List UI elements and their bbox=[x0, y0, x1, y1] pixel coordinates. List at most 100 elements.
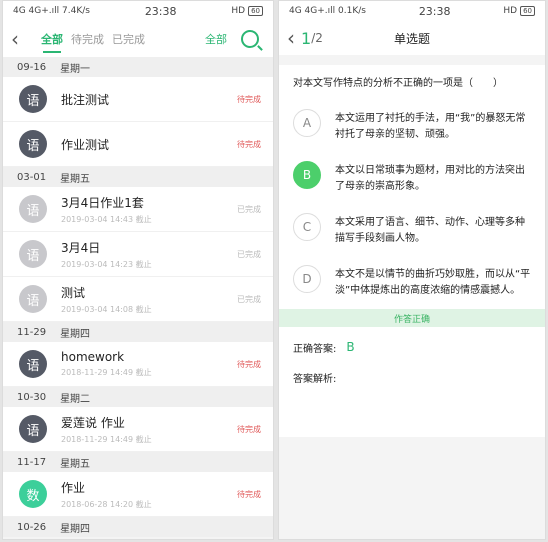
homework-status: 已完成 bbox=[237, 249, 261, 259]
tab-all[interactable]: 全部 bbox=[41, 31, 63, 53]
homework-title: 作业测试 bbox=[61, 137, 110, 152]
clock: 23:38 bbox=[144, 4, 177, 18]
homework-status: 待完成 bbox=[237, 489, 261, 499]
homework-status: 已完成 bbox=[237, 294, 261, 304]
homework-info: 3月4日作业1套 2019-03-04 14:43 截止 bbox=[61, 194, 237, 225]
subject-avatar: 语 bbox=[19, 240, 47, 268]
answer-option[interactable]: D 本文不是以情节的曲折巧妙取胜，而以从“平淡”中体提炼出的高度浓缩的情感震撼人。 bbox=[279, 257, 545, 309]
homework-deadline: 2018-06-28 14:20 截止 bbox=[61, 499, 152, 509]
result-banner: 作答正确 bbox=[279, 309, 545, 327]
status-bar: 4G 4G+.ıll 0.1K/s 23:38 HD 60 bbox=[279, 1, 545, 21]
options-list: A 本文运用了衬托的手法，用“我”的暴怒无常衬托了母亲的坚韧、顽强。 B 本文以日常琐… bbox=[279, 101, 545, 309]
homework-title: 爱莲说 作业 bbox=[61, 415, 125, 430]
subject-filter[interactable]: 全部 bbox=[205, 31, 227, 47]
homework-status: 待完成 bbox=[237, 424, 261, 434]
option-letter[interactable]: C bbox=[293, 213, 321, 241]
status-bar: 4G 4G+.ıll 7.4K/s 23:38 HD 60 bbox=[3, 1, 273, 21]
option-text: 本文运用了衬托的手法，用“我”的暴怒无常衬托了母亲的坚韧、顽强。 bbox=[335, 113, 526, 140]
clock: 23:38 bbox=[418, 4, 451, 18]
option-letter[interactable]: D bbox=[293, 265, 321, 293]
list-header: ‹ 全部 待完成 已完成 全部 bbox=[3, 21, 273, 57]
network-indicator: 4G 4G+.ıll 0.1K/s bbox=[289, 6, 366, 16]
group-date: 11-29 bbox=[17, 326, 47, 338]
question-screen: 4G 4G+.ıll 0.1K/s 23:38 HD 60 ‹ 1 /2 单选题 … bbox=[278, 0, 546, 540]
homework-title: homework bbox=[61, 350, 125, 364]
date-group-header: 11-17 星期五 bbox=[3, 452, 273, 472]
homework-deadline: 2019-03-04 14:43 截止 bbox=[61, 214, 152, 224]
option-text: 本文以日常琐事为题材，用对比的方法突出了母亲的崇高形象。 bbox=[335, 165, 525, 192]
battery-icon: 60 bbox=[248, 6, 263, 16]
homework-item[interactable]: 语批注测试 待完成 bbox=[3, 77, 273, 122]
homework-deadline: 2019-03-04 14:23 截止 bbox=[61, 259, 152, 269]
network-indicator: 4G 4G+.ıll 7.4K/s bbox=[13, 6, 90, 16]
homework-title: 测试 bbox=[61, 285, 86, 300]
subject-avatar: 语 bbox=[19, 195, 47, 223]
date-group-header: 11-29 星期四 bbox=[3, 322, 273, 342]
correct-answer-row: 正确答案: B bbox=[293, 335, 531, 359]
option-letter[interactable]: B bbox=[293, 161, 321, 189]
group-weekday: 星期五 bbox=[60, 173, 91, 185]
subject-avatar: 语 bbox=[19, 85, 47, 113]
homework-deadline: 2019-03-04 14:08 截止 bbox=[61, 304, 152, 314]
homework-item[interactable]: 语测试 2019-03-04 14:08 截止 已完成 bbox=[3, 277, 273, 322]
homework-item[interactable]: 语 3月4日 2019-03-04 14:23 截止 已完成 bbox=[3, 232, 273, 277]
homework-status: 已完成 bbox=[237, 204, 261, 214]
homework-info: 作业测试 bbox=[61, 136, 237, 153]
homework-deadline: 2018-11-29 14:49 截止 bbox=[61, 434, 152, 444]
homework-item[interactable]: 语 3月4日作业1套 2019-03-04 14:43 截止 已完成 bbox=[3, 187, 273, 232]
tab-completed[interactable]: 已完成 bbox=[112, 31, 145, 47]
back-arrow-icon[interactable]: ‹ bbox=[287, 26, 295, 50]
homework-info: 3月4日 2019-03-04 14:23 截止 bbox=[61, 239, 237, 270]
homework-info: 爱莲说 作业 2018-11-29 14:49 截止 bbox=[61, 414, 237, 445]
answer-panel: 正确答案: B 答案解析: bbox=[279, 327, 545, 437]
homework-title: 作业 bbox=[61, 480, 86, 495]
homework-status: 待完成 bbox=[237, 359, 261, 369]
subject-avatar: 数 bbox=[19, 480, 47, 508]
search-icon[interactable] bbox=[241, 30, 259, 48]
group-date: 10-26 bbox=[17, 521, 47, 533]
option-text: 本文不是以情节的曲折巧妙取胜，而以从“平淡”中体提炼出的高度浓缩的情感震撼人。 bbox=[335, 269, 531, 296]
option-text: 本文采用了语言、细节、动作、心理等多种描写手段刻画人物。 bbox=[335, 217, 525, 244]
homework-info: homework 2018-11-29 14:49 截止 bbox=[61, 350, 237, 378]
homework-list: 09-16 星期一语批注测试 待完成语作业测试 待完成 03-01 星期五语 3月4日作业1… bbox=[3, 57, 273, 537]
subject-avatar: 语 bbox=[19, 350, 47, 378]
homework-item[interactable]: 语作业测试 待完成 bbox=[3, 122, 273, 167]
date-group-header: 09-16 星期一 bbox=[3, 57, 273, 77]
group-date: 03-01 bbox=[17, 171, 47, 183]
option-letter[interactable]: A bbox=[293, 109, 321, 137]
correct-answer-label: 正确答案: bbox=[293, 343, 337, 355]
date-group-header: 10-26 星期四 bbox=[3, 517, 273, 537]
group-weekday: 星期二 bbox=[60, 393, 91, 405]
status-tabs: 全部 待完成 已完成 bbox=[41, 31, 145, 53]
group-weekday: 星期四 bbox=[60, 328, 91, 340]
correct-answer-value: B bbox=[346, 340, 355, 354]
answer-option[interactable]: C 本文采用了语言、细节、动作、心理等多种描写手段刻画人物。 bbox=[279, 205, 545, 257]
homework-info: 测试 2019-03-04 14:08 截止 bbox=[61, 284, 237, 315]
homework-item[interactable]: 数作业 2018-06-28 14:20 截止 待完成 bbox=[3, 472, 273, 517]
back-arrow-icon[interactable]: ‹ bbox=[11, 27, 33, 51]
date-group-header: 10-30 星期二 bbox=[3, 387, 273, 407]
analysis-row: 答案解析: bbox=[293, 365, 531, 389]
group-weekday: 星期四 bbox=[60, 523, 91, 535]
date-group-header: 03-01 星期五 bbox=[3, 167, 273, 187]
homework-info: 批注测试 bbox=[61, 91, 237, 108]
group-weekday: 星期一 bbox=[60, 63, 91, 75]
subject-avatar: 语 bbox=[19, 415, 47, 443]
group-date: 11-17 bbox=[17, 456, 47, 468]
homework-info: 作业 2018-06-28 14:20 截止 bbox=[61, 479, 237, 510]
tab-pending[interactable]: 待完成 bbox=[71, 31, 104, 47]
answer-option[interactable]: A 本文运用了衬托的手法，用“我”的暴怒无常衬托了母亲的坚韧、顽强。 bbox=[279, 101, 545, 153]
homework-deadline: 2018-11-29 14:49 截止 bbox=[61, 368, 152, 377]
homework-list-screen: 4G 4G+.ıll 7.4K/s 23:38 HD 60 ‹ 全部 待完成 已完… bbox=[2, 0, 274, 540]
homework-item[interactable]: 语爱莲说 作业 2018-11-29 14:49 截止 待完成 bbox=[3, 407, 273, 452]
homework-item[interactable]: 语 homework 2018-11-29 14:49 截止 待完成 bbox=[3, 342, 273, 387]
homework-title: 3月4日作业1套 bbox=[61, 195, 144, 210]
question-number: 1 bbox=[301, 28, 312, 48]
homework-title: 3月4日 bbox=[61, 240, 101, 255]
answer-option[interactable]: B 本文以日常琐事为题材，用对比的方法突出了母亲的崇高形象。 bbox=[279, 153, 545, 205]
question-header: ‹ 1 /2 单选题 bbox=[279, 21, 545, 55]
group-date: 10-30 bbox=[17, 391, 47, 403]
subject-avatar: 语 bbox=[19, 285, 47, 313]
homework-title: 批注测试 bbox=[61, 92, 110, 107]
subject-avatar: 语 bbox=[19, 130, 47, 158]
